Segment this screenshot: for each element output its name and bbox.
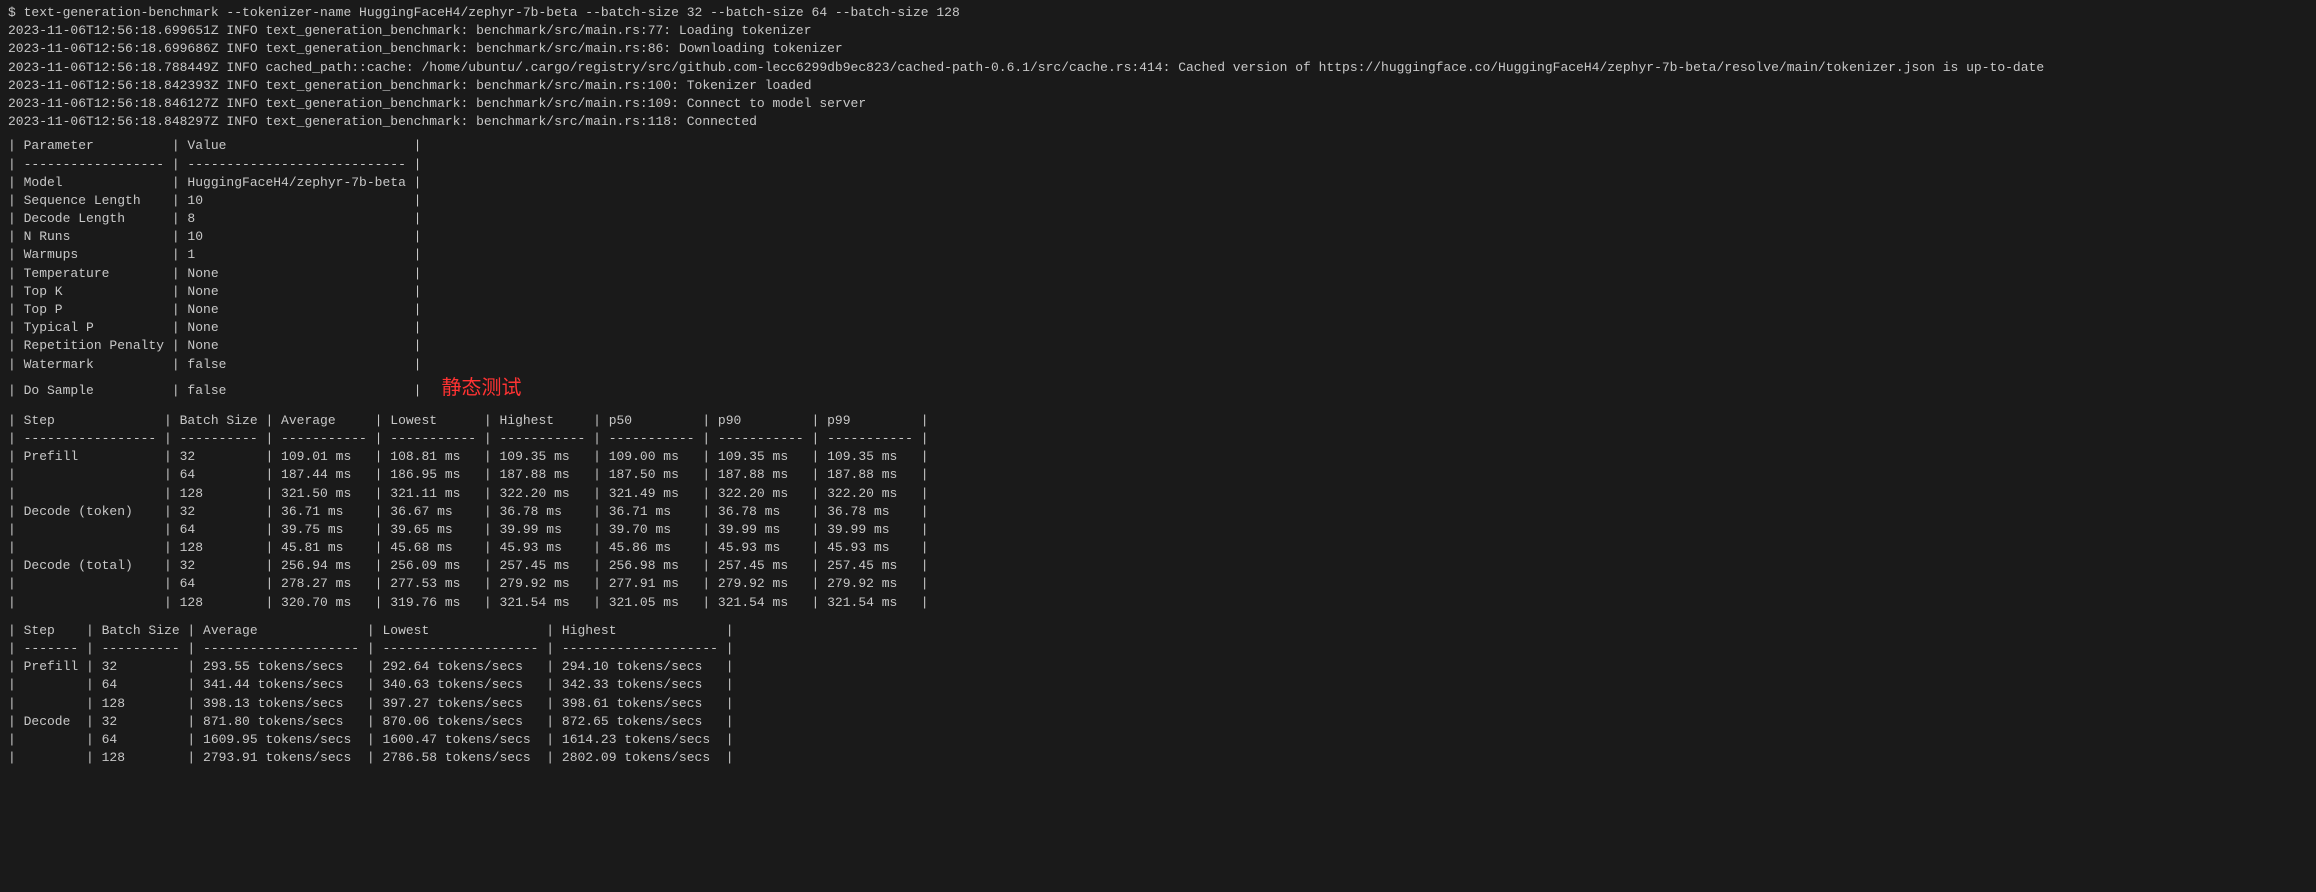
throughput-row-5: | | 64 | 1609.95 tokens/secs | 1600.47 t… <box>8 731 2308 749</box>
param-row-seqlen: | Sequence Length | 10 | <box>8 192 2308 210</box>
param-row-topp: | Top P | None | <box>8 301 2308 319</box>
timing-row-5: | | 64 | 39.75 ms | 39.65 ms | 39.99 ms … <box>8 521 2308 539</box>
command-text: $ text-generation-benchmark --tokenizer-… <box>8 5 960 20</box>
log-line-3: 2023-11-06T12:56:18.788449Z INFO cached_… <box>8 59 2308 77</box>
throughput-row-3: | | 128 | 398.13 tokens/secs | 397.27 to… <box>8 695 2308 713</box>
throughput-divider: | ------- | ---------- | ---------------… <box>8 640 2308 658</box>
timing-divider: | ----------------- | ---------- | -----… <box>8 430 2308 448</box>
timing-row-8: | | 64 | 278.27 ms | 277.53 ms | 279.92 … <box>8 575 2308 593</box>
throughput-row-2: | | 64 | 341.44 tokens/secs | 340.63 tok… <box>8 676 2308 694</box>
timing-row-9: | | 128 | 320.70 ms | 319.76 ms | 321.54… <box>8 594 2308 612</box>
param-row-nruns: | N Runs | 10 | <box>8 228 2308 246</box>
param-row-model: | Model | HuggingFaceH4/zephyr-7b-beta | <box>8 174 2308 192</box>
log-line-1: 2023-11-06T12:56:18.699651Z INFO text_ge… <box>8 22 2308 40</box>
log-lines: 2023-11-06T12:56:18.699651Z INFO text_ge… <box>8 22 2308 131</box>
param-table-container: | Parameter | Value | | ----------------… <box>8 137 2308 401</box>
throughput-table-container: | Step | Batch Size | Average | Lowest |… <box>8 622 2308 768</box>
param-row-watermark: | Watermark | false | <box>8 356 2308 374</box>
log-line-5: 2023-11-06T12:56:18.846127Z INFO text_ge… <box>8 95 2308 113</box>
param-row-dosample: | Do Sample | false | <box>8 383 421 398</box>
param-table-divider: | ------------------ | -----------------… <box>8 156 2308 174</box>
timing-row-6: | | 128 | 45.81 ms | 45.68 ms | 45.93 ms… <box>8 539 2308 557</box>
param-row-warmups: | Warmups | 1 | <box>8 246 2308 264</box>
chinese-label: 静态测试 <box>441 377 521 399</box>
timing-row-4: | Decode (token) | 32 | 36.71 ms | 36.67… <box>8 503 2308 521</box>
terminal-window: $ text-generation-benchmark --tokenizer-… <box>8 4 2308 767</box>
timing-row-3: | | 128 | 321.50 ms | 321.11 ms | 322.20… <box>8 485 2308 503</box>
param-row-topk: | Top K | None | <box>8 283 2308 301</box>
timing-row-2: | | 64 | 187.44 ms | 186.95 ms | 187.88 … <box>8 466 2308 484</box>
throughput-header: | Step | Batch Size | Average | Lowest |… <box>8 622 2308 640</box>
param-row-temp: | Temperature | None | <box>8 265 2308 283</box>
log-line-6: 2023-11-06T12:56:18.848297Z INFO text_ge… <box>8 113 2308 131</box>
log-line-2: 2023-11-06T12:56:18.699686Z INFO text_ge… <box>8 40 2308 58</box>
param-row-decodelen: | Decode Length | 8 | <box>8 210 2308 228</box>
throughput-row-1: | Prefill | 32 | 293.55 tokens/secs | 29… <box>8 658 2308 676</box>
param-row-typicalp: | Typical P | None | <box>8 319 2308 337</box>
param-table-header: | Parameter | Value | <box>8 137 2308 155</box>
throughput-row-6: | | 128 | 2793.91 tokens/secs | 2786.58 … <box>8 749 2308 767</box>
throughput-row-4: | Decode | 32 | 871.80 tokens/secs | 870… <box>8 713 2308 731</box>
param-row-rep-penalty: | Repetition Penalty | None | <box>8 337 2308 355</box>
timing-row-1: | Prefill | 32 | 109.01 ms | 108.81 ms |… <box>8 448 2308 466</box>
command-line: $ text-generation-benchmark --tokenizer-… <box>8 4 2308 22</box>
log-line-4: 2023-11-06T12:56:18.842393Z INFO text_ge… <box>8 77 2308 95</box>
timing-header: | Step | Batch Size | Average | Lowest |… <box>8 412 2308 430</box>
timing-table-container: | Step | Batch Size | Average | Lowest |… <box>8 412 2308 612</box>
timing-row-7: | Decode (total) | 32 | 256.94 ms | 256.… <box>8 557 2308 575</box>
